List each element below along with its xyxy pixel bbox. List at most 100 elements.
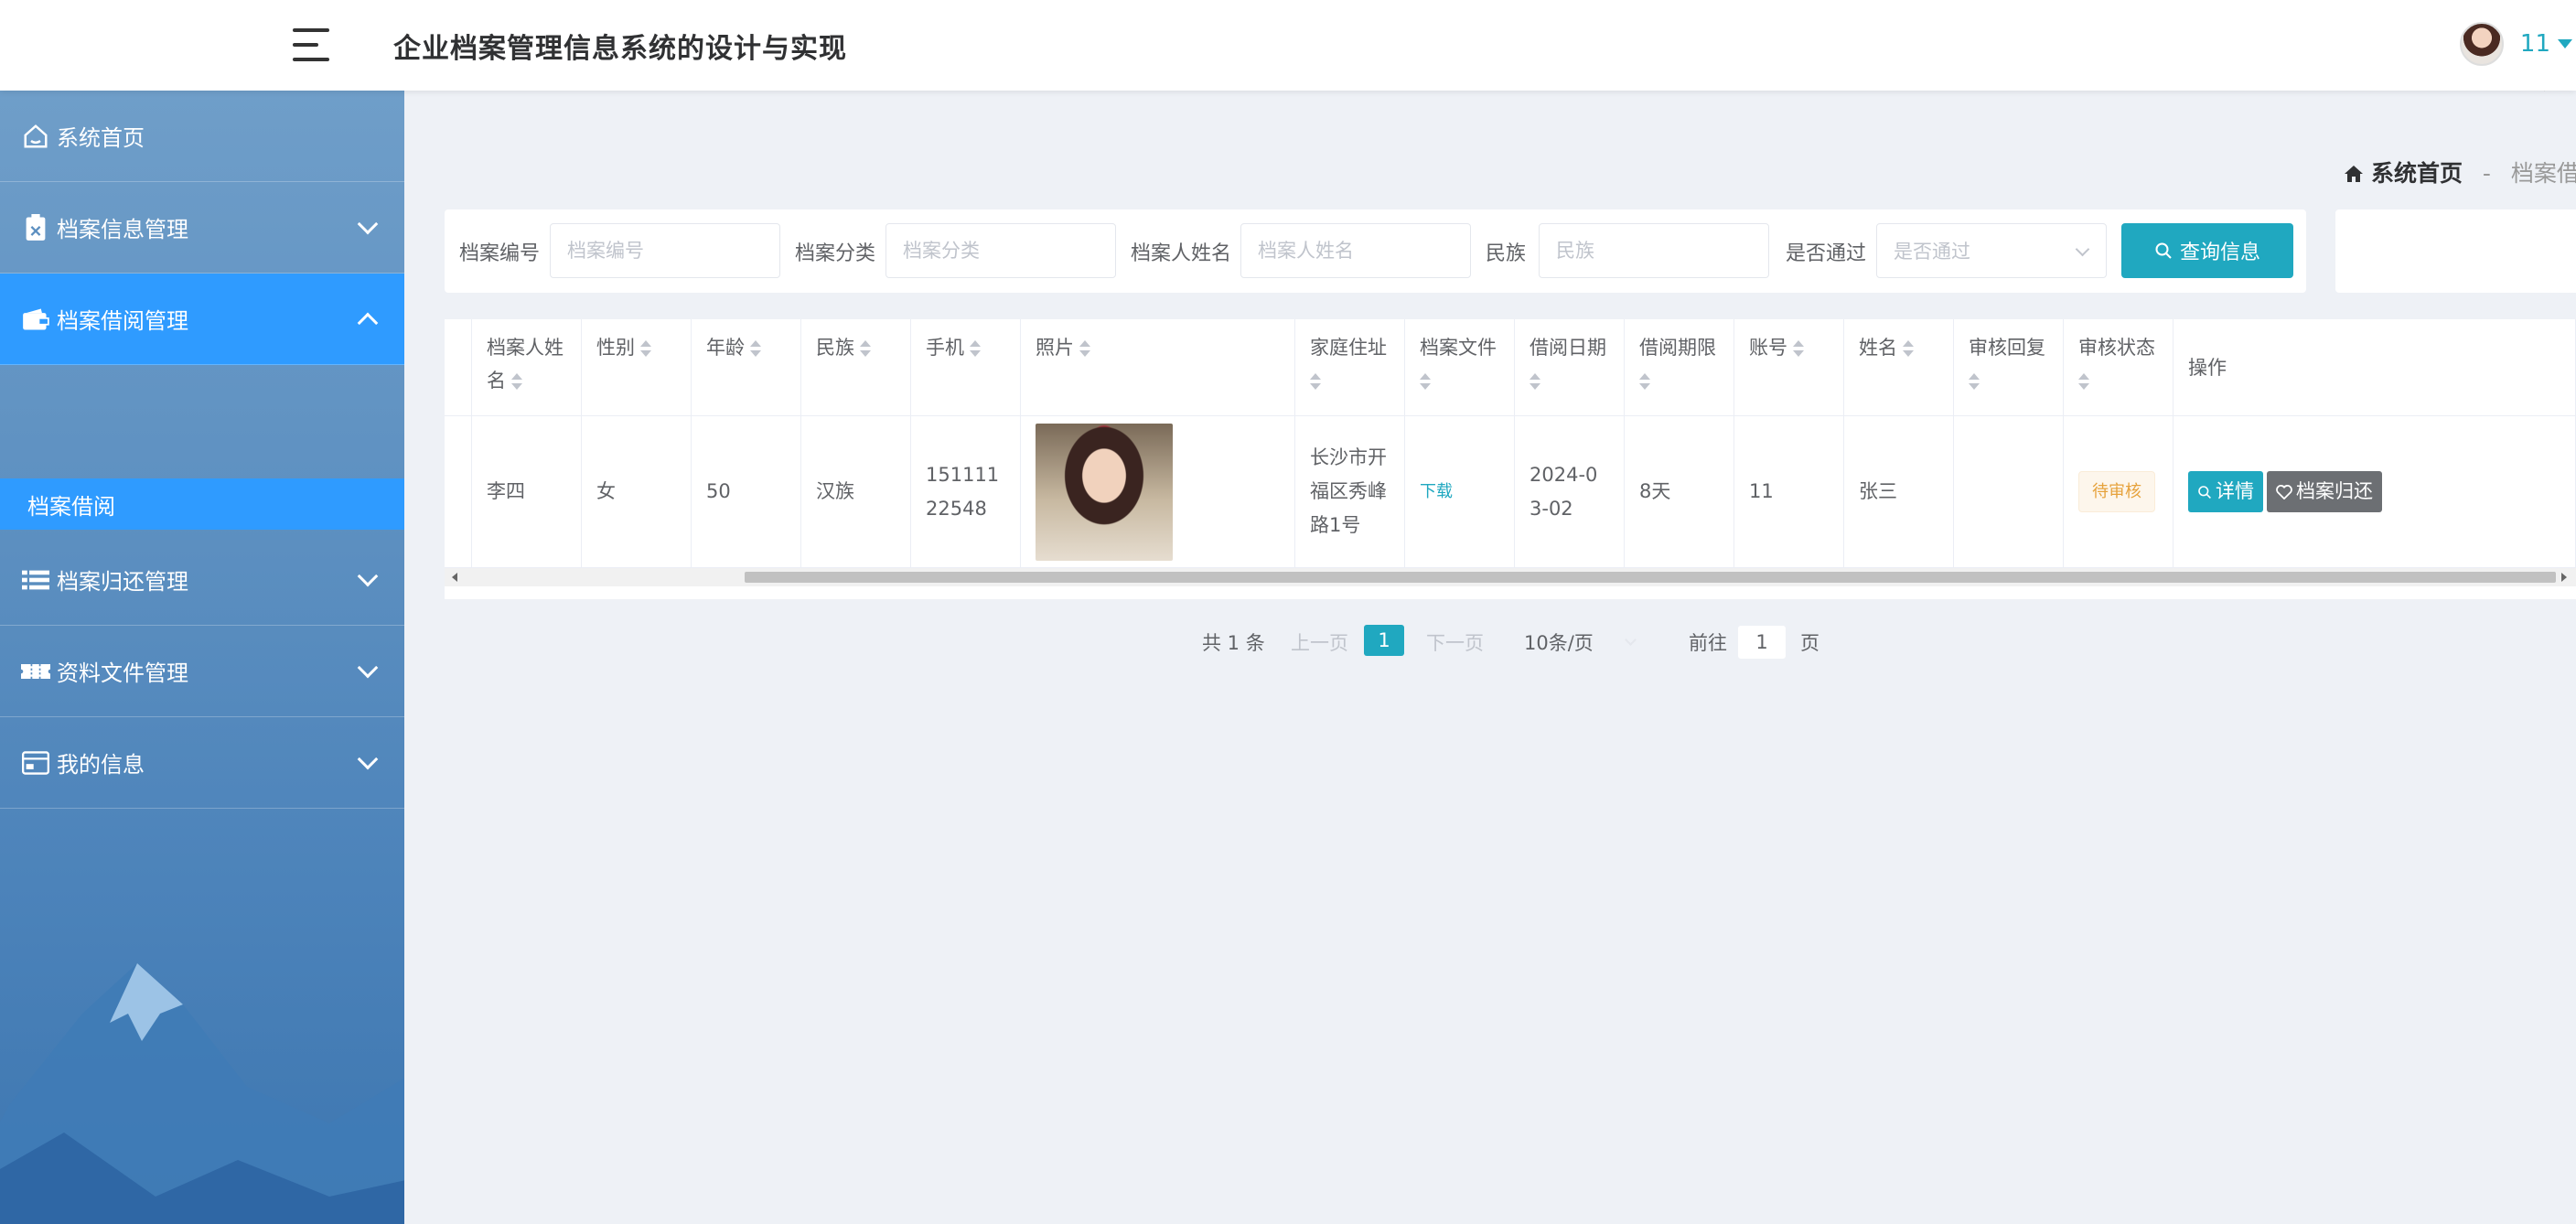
archive-no-input[interactable] xyxy=(567,240,779,262)
table-header-status[interactable]: 审核状态 xyxy=(2064,319,2174,416)
pagination-goto-suffix: 页 xyxy=(1800,632,1819,654)
scrollbar-thumb[interactable] xyxy=(745,572,2556,583)
user-menu[interactable]: 11 xyxy=(2459,18,2576,70)
search-icon xyxy=(2197,485,2212,499)
ethnic-input[interactable] xyxy=(1556,240,1768,262)
search-icon xyxy=(2154,242,2173,260)
search-panel: 档案编号 档案分类 档案人姓名 民族 是否通过 是否通过 xyxy=(445,209,2306,293)
sort-icon[interactable] xyxy=(1420,372,1431,390)
header-label: 手机 xyxy=(926,337,964,359)
user-name[interactable]: 11 xyxy=(2520,30,2550,58)
caret-down-icon[interactable] xyxy=(2558,39,2572,48)
sort-icon[interactable] xyxy=(1793,340,1804,357)
sort-icon[interactable] xyxy=(970,340,981,357)
sort-icon[interactable] xyxy=(750,340,761,357)
table-header-age[interactable]: 年龄 xyxy=(692,319,801,416)
sort-icon[interactable] xyxy=(640,340,651,357)
scroll-left-icon[interactable] xyxy=(452,573,457,582)
detail-button[interactable]: 详情 xyxy=(2188,471,2263,512)
submenu-item-label: 档案借阅 xyxy=(27,493,115,520)
table-header-file[interactable]: 档案文件 xyxy=(1405,319,1515,416)
status-badge: 待审核 xyxy=(2078,470,2155,513)
sort-icon[interactable] xyxy=(1530,372,1540,390)
table-header-phone[interactable]: 手机 xyxy=(911,319,1021,416)
search-button-label: 查询信息 xyxy=(2179,242,2260,264)
person-name-input[interactable] xyxy=(1258,240,1470,262)
wallet-icon xyxy=(20,304,51,335)
pagination-next[interactable]: 下一页 xyxy=(1426,626,1484,659)
pagination-prev[interactable]: 上一页 xyxy=(1291,626,1348,659)
sort-icon[interactable] xyxy=(1079,340,1090,357)
sort-icon[interactable] xyxy=(2078,372,2089,390)
header-label: 账号 xyxy=(1749,337,1787,359)
table-header-clipped xyxy=(445,319,472,416)
ethnic-field[interactable] xyxy=(1539,223,1769,278)
sort-icon[interactable] xyxy=(1969,372,1980,390)
sidebar-item-my-info[interactable]: 我的信息 xyxy=(0,717,404,809)
sidebar-item-archive-info[interactable]: 档案信息管理 xyxy=(0,182,404,274)
header-label: 年龄 xyxy=(706,337,745,359)
header-label: 审核状态 xyxy=(2078,337,2155,359)
sidebar-item-archive-borrow[interactable]: 档案借阅管理 xyxy=(0,274,404,365)
header-label: 档案文件 xyxy=(1420,337,1497,359)
sidebar-item-archive-return[interactable]: 档案归还管理 xyxy=(0,534,404,626)
sidebar-item-label: 资料文件管理 xyxy=(57,660,188,686)
list-icon xyxy=(20,564,51,596)
table-header-address[interactable]: 家庭住址 xyxy=(1295,319,1405,416)
table-header-realname[interactable]: 姓名 xyxy=(1844,319,1954,416)
header-label: 性别 xyxy=(596,337,635,359)
approved-select[interactable]: 是否通过 xyxy=(1876,223,2107,278)
approved-select-placeholder: 是否通过 xyxy=(1894,241,1970,263)
header-label: 审核回复 xyxy=(1969,337,2045,359)
top-header: 企业档案管理信息系统的设计与实现 11 xyxy=(0,0,2576,91)
sort-icon[interactable] xyxy=(1903,340,1914,357)
submenu-item-borrow[interactable]: 档案借阅 xyxy=(0,478,404,530)
pagination-goto-input[interactable]: 1 xyxy=(1738,626,1786,659)
sidebar-item-home[interactable]: 系统首页 xyxy=(0,91,404,182)
archive-no-field[interactable] xyxy=(550,223,780,278)
home-icon[interactable] xyxy=(2344,162,2364,188)
sidebar: 系统首页 档案信息管理 档案借阅管理 档案借阅 档案归还管理 资料文件管理 我的… xyxy=(0,91,404,1224)
table-header-name[interactable]: 档案人姓名 xyxy=(472,319,582,416)
return-archive-button[interactable]: 档案归还 xyxy=(2267,471,2382,512)
pagination-goto-prefix: 前往 xyxy=(1689,632,1727,654)
search-button[interactable]: 查询信息 xyxy=(2121,223,2293,278)
person-photo[interactable] xyxy=(1036,423,1173,561)
sort-icon[interactable] xyxy=(1639,372,1650,390)
table-header-reply[interactable]: 审核回复 xyxy=(1954,319,2064,416)
category-input[interactable] xyxy=(903,240,1115,262)
table-header-ops: 操作 xyxy=(2174,319,2576,416)
pagination-total: 共 1 条 xyxy=(1202,632,1265,654)
table-cell-file: 下载 xyxy=(1405,416,1515,568)
table-header-borrow-date[interactable]: 借阅日期 xyxy=(1515,319,1625,416)
avatar[interactable] xyxy=(2459,22,2504,66)
sort-icon[interactable] xyxy=(511,372,522,390)
table-cell-period: 8天 xyxy=(1625,416,1734,568)
breadcrumb-home[interactable]: 系统首页 xyxy=(2371,160,2463,187)
table-cell-ops: 详情 档案归还 xyxy=(2174,416,2576,568)
category-field[interactable] xyxy=(886,223,1116,278)
sidebar-item-files[interactable]: 资料文件管理 xyxy=(0,626,404,717)
table-header-photo[interactable]: 照片 xyxy=(1021,319,1295,416)
sort-icon[interactable] xyxy=(860,340,871,357)
sort-icon[interactable] xyxy=(1310,372,1321,390)
person-name-field[interactable] xyxy=(1240,223,1471,278)
table-cell-address: 长沙市开福区秀峰路1号 xyxy=(1295,416,1405,568)
download-link[interactable]: 下载 xyxy=(1420,478,1453,507)
table-header-gender[interactable]: 性别 xyxy=(582,319,692,416)
pagination-page-1[interactable]: 1 xyxy=(1364,625,1404,656)
search-label-person-name: 档案人姓名 xyxy=(1131,242,1232,265)
page-size-select[interactable]: 10条/页 xyxy=(1524,626,1637,659)
scroll-right-icon[interactable] xyxy=(2561,573,2567,582)
header-label: 借阅期限 xyxy=(1639,337,1716,359)
table-header-period[interactable]: 借阅期限 xyxy=(1625,319,1734,416)
table-header-ethnic[interactable]: 民族 xyxy=(801,319,911,416)
table-cell-ethnic: 汉族 xyxy=(801,416,911,568)
table-cell-age: 50 xyxy=(692,416,801,568)
table-cell-clipped xyxy=(445,416,472,568)
table-cell-account: 11 xyxy=(1734,416,1844,568)
menu-toggle-icon[interactable] xyxy=(293,28,331,61)
horizontal-scrollbar[interactable] xyxy=(445,568,2576,586)
table-header-account[interactable]: 账号 xyxy=(1734,319,1844,416)
chevron-down-icon xyxy=(357,213,379,235)
